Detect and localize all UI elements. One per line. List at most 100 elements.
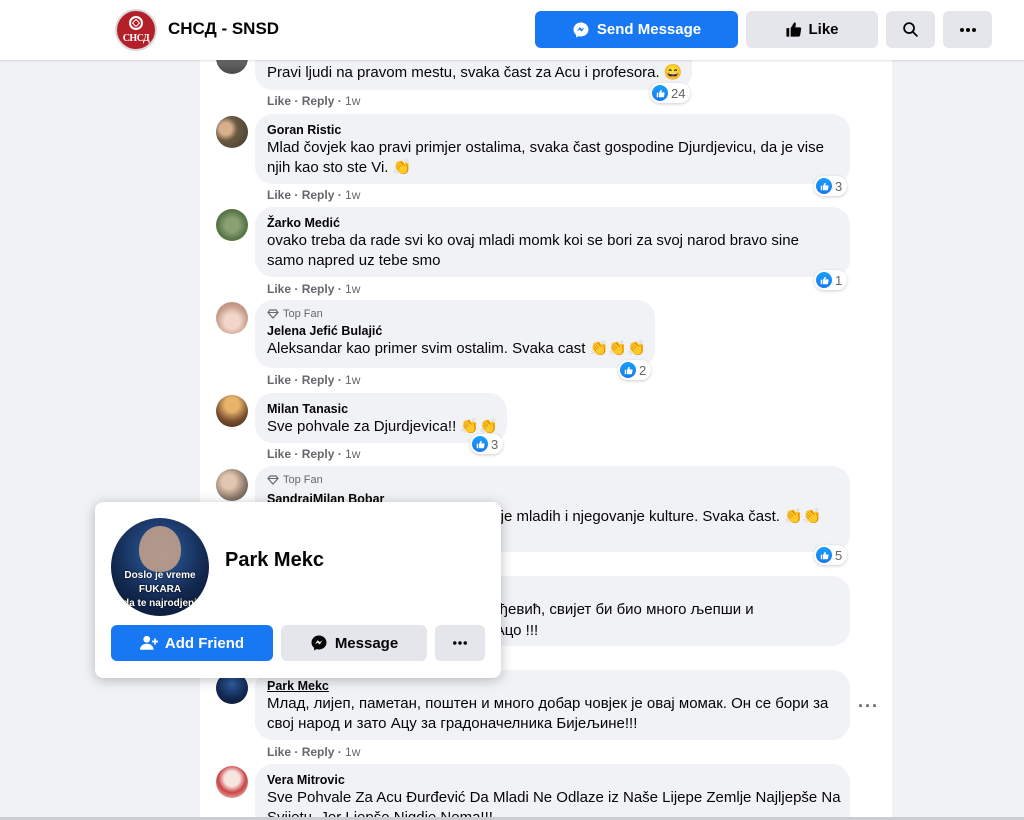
reply-link[interactable]: Reply bbox=[302, 282, 335, 296]
comment-text: свој народ и зато Ацу за градоначелника … bbox=[267, 715, 638, 732]
comment-actions: Like · Reply · 1w bbox=[267, 745, 361, 759]
top-fan-label: Top Fan bbox=[283, 308, 323, 320]
reaction-count[interactable]: 2 bbox=[618, 360, 652, 380]
add-friend-button[interactable]: Add Friend bbox=[111, 625, 273, 661]
comment-actions: Like · Reply · 1w bbox=[267, 447, 361, 461]
comment-text: njih kao sto ste Vi. 👏 bbox=[267, 159, 412, 176]
timestamp[interactable]: 1w bbox=[345, 745, 360, 759]
commenter-name[interactable]: Park Mekc bbox=[267, 678, 838, 694]
search-button[interactable] bbox=[886, 11, 935, 48]
add-friend-icon bbox=[139, 635, 158, 650]
top-fan-label: Top Fan bbox=[283, 474, 323, 486]
timestamp[interactable]: 1w bbox=[345, 282, 360, 296]
reaction-number: 2 bbox=[639, 362, 647, 378]
commenter-name[interactable]: Jelena Jefić Bulajić bbox=[267, 323, 643, 339]
commenter-name[interactable]: Goran Ristic bbox=[267, 122, 838, 138]
avatar[interactable] bbox=[216, 302, 248, 334]
comment-text: анje mladih i njegovanje kulture. Svaka … bbox=[484, 508, 822, 525]
timestamp[interactable]: 1w bbox=[345, 188, 360, 202]
comment-actions: Like · Reply · 1w bbox=[267, 94, 361, 108]
reaction-count[interactable]: 24 bbox=[650, 83, 691, 103]
more-icon bbox=[453, 641, 467, 645]
like-page-button[interactable]: Like bbox=[746, 11, 878, 48]
timestamp[interactable]: 1w bbox=[345, 447, 360, 461]
commenter-name[interactable]: Žarko Medić bbox=[267, 215, 838, 231]
reply-link[interactable]: Reply bbox=[302, 188, 335, 202]
like-link[interactable]: Like bbox=[267, 188, 291, 202]
thumbs-up-icon bbox=[786, 22, 802, 37]
like-link[interactable]: Like bbox=[267, 447, 291, 461]
profile-name[interactable]: Park Mekc bbox=[225, 549, 324, 572]
reaction-number: 24 bbox=[671, 85, 686, 101]
top-fan-diamond-icon bbox=[267, 309, 279, 319]
page-header-bar: СНСД СНСД - SNSD Send Message Like bbox=[0, 0, 1024, 60]
more-options-button[interactable] bbox=[943, 11, 992, 48]
top-fan-badge: Top Fan bbox=[267, 473, 838, 487]
avatar-face-shape bbox=[139, 526, 181, 572]
profile-avatar[interactable]: Doslo je vreme FUKARA da te najrodjeni bbox=[111, 518, 209, 616]
search-icon bbox=[903, 22, 918, 37]
reply-link[interactable]: Reply bbox=[302, 447, 335, 461]
comment-bubble: Goran Ristic Mlad čovjek kao pravi primj… bbox=[255, 114, 850, 184]
reply-link[interactable]: Reply bbox=[302, 373, 335, 387]
comment-text: Sve Pohvale Za Acu Đurđević Da Mladi Ne … bbox=[267, 789, 841, 806]
comment-text: Aleksandar kao primer svim ostalim. Svak… bbox=[267, 340, 646, 357]
comment-bubble: Park Mekc Млад, лијеп, паметан, поштен и… bbox=[255, 670, 850, 740]
profile-hover-card: Doslo je vreme FUKARA da te najrodjeni P… bbox=[95, 502, 501, 678]
comment-text: Sve pohvale za Djurdjevica!! 👏👏 bbox=[267, 418, 498, 435]
reaction-count[interactable]: 3 bbox=[814, 176, 848, 196]
reaction-number: 3 bbox=[835, 178, 843, 194]
comment-actions: Like · Reply · 1w bbox=[267, 188, 361, 202]
reply-link[interactable]: Reply bbox=[302, 745, 335, 759]
messenger-icon bbox=[573, 22, 589, 37]
like-reaction-icon bbox=[816, 272, 832, 288]
comment-bubble: Žarko Medić ovako treba da rade svi ko o… bbox=[255, 207, 850, 277]
page-logo[interactable]: СНСД bbox=[115, 9, 157, 51]
avatar[interactable] bbox=[216, 209, 248, 241]
avatar[interactable] bbox=[216, 766, 248, 798]
like-link[interactable]: Like bbox=[267, 745, 291, 759]
comment-actions: Like · Reply · 1w bbox=[267, 282, 361, 296]
comment-bubble: Top Fan Jelena Jefić Bulajić Aleksandar … bbox=[255, 300, 655, 368]
message-label: Message bbox=[334, 634, 399, 652]
messenger-icon bbox=[311, 635, 327, 651]
avatar[interactable] bbox=[216, 395, 248, 427]
top-fan-diamond-icon bbox=[267, 475, 279, 485]
like-link[interactable]: Like bbox=[267, 373, 291, 387]
like-page-label: Like bbox=[808, 21, 839, 38]
comment-text: Pravi ljudi na pravom mestu, svaka čast … bbox=[267, 64, 683, 81]
commenter-name[interactable]: Milan Tanasic bbox=[267, 401, 495, 417]
timestamp[interactable]: 1w bbox=[345, 94, 360, 108]
reaction-count[interactable]: 3 bbox=[470, 434, 504, 454]
commenter-name[interactable]: Vera Mitrovic bbox=[267, 772, 838, 788]
card-more-button[interactable] bbox=[435, 625, 485, 661]
avatar-caption: da te najrodjeni bbox=[123, 598, 197, 609]
like-reaction-icon bbox=[620, 362, 636, 378]
comment-options-icon[interactable]: ··· bbox=[858, 696, 879, 717]
avatar[interactable] bbox=[216, 469, 248, 501]
more-icon bbox=[959, 27, 976, 32]
like-reaction-icon bbox=[816, 178, 832, 194]
reaction-count[interactable]: 1 bbox=[814, 270, 848, 290]
like-reaction-icon bbox=[472, 436, 488, 452]
reaction-count[interactable]: 5 bbox=[814, 545, 848, 565]
timestamp[interactable]: 1w bbox=[345, 373, 360, 387]
like-link[interactable]: Like bbox=[267, 94, 291, 108]
message-button[interactable]: Message bbox=[281, 625, 427, 661]
like-reaction-icon bbox=[816, 547, 832, 563]
comment-text: samo napred uz tebe smo bbox=[267, 252, 441, 269]
comment-text: Млад, лијеп, паметан, поштен и много доб… bbox=[267, 695, 829, 712]
avatar-caption: Doslo je vreme bbox=[124, 570, 196, 581]
page-name[interactable]: СНСД - SNSD bbox=[168, 19, 279, 39]
add-friend-label: Add Friend bbox=[164, 634, 245, 652]
like-reaction-icon bbox=[652, 85, 668, 101]
reply-link[interactable]: Reply bbox=[302, 94, 335, 108]
send-message-button[interactable]: Send Message bbox=[535, 11, 738, 48]
comment-bubble: Milan Tanasic Sve pohvale za Djurdjevica… bbox=[255, 393, 507, 443]
send-message-label: Send Message bbox=[596, 21, 702, 38]
avatar[interactable] bbox=[216, 116, 248, 148]
reaction-number: 3 bbox=[491, 436, 499, 452]
comment-bubble: Vera Mitrovic Sve Pohvale Za Acu Đurđevi… bbox=[255, 764, 850, 820]
like-link[interactable]: Like bbox=[267, 282, 291, 296]
reaction-number: 1 bbox=[835, 272, 843, 288]
